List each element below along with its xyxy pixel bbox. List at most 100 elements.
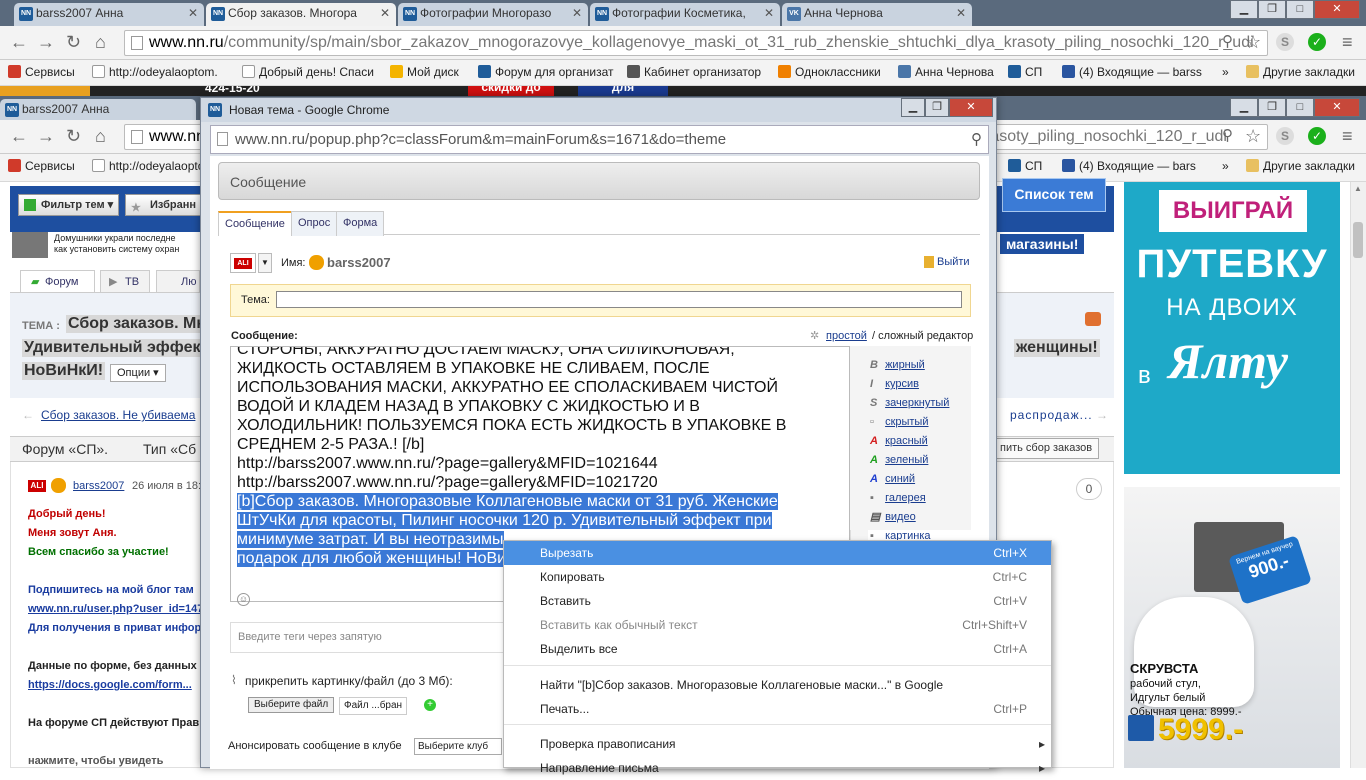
- minimize-icon[interactable]: ▁: [1230, 98, 1258, 117]
- tab-anna-chernova[interactable]: VK Анна Чернова ✕: [782, 3, 972, 26]
- bookmark-forum-org[interactable]: Форум для организат: [478, 65, 614, 79]
- choose-file-button[interactable]: Выберите файл: [248, 697, 335, 713]
- nav-forum-tab[interactable]: ▰ Форум: [20, 270, 95, 292]
- bg-tab-barss2007[interactable]: NN barss2007 Анна: [0, 99, 196, 122]
- bookmark-sp[interactable]: СП: [1008, 65, 1042, 79]
- format-7[interactable]: ▪ галерея: [870, 489, 980, 508]
- menu-item-1[interactable]: Копировать Ctrl+C: [504, 565, 1051, 589]
- search-icon[interactable]: ⚲: [971, 126, 982, 153]
- check-icon[interactable]: ✓: [1308, 127, 1326, 145]
- tab-message[interactable]: Сообщение: [218, 211, 292, 236]
- home-icon[interactable]: ⌂: [95, 127, 106, 145]
- nav-tv-tab[interactable]: ▶ ТВ: [100, 270, 150, 292]
- star-icon[interactable]: ☆: [1245, 127, 1261, 145]
- bookmark-inbox[interactable]: (4) Входящие — bars: [1062, 159, 1196, 173]
- scrollbar-thumb[interactable]: [1353, 222, 1363, 258]
- bookmarks-more[interactable]: »: [1222, 65, 1229, 79]
- bookmark-sp[interactable]: СП: [1008, 159, 1042, 173]
- tab-form[interactable]: Форма: [336, 211, 385, 236]
- menu-item-2[interactable]: Вставить Ctrl+V: [504, 589, 1051, 613]
- page-scrollbar[interactable]: [1350, 182, 1366, 768]
- format-2[interactable]: S зачеркнутый: [870, 394, 980, 413]
- restore-icon[interactable]: ❐: [1258, 98, 1286, 117]
- news-link-1[interactable]: Домушники украли последне: [54, 233, 176, 243]
- bookmark-inbox[interactable]: (4) Входящие — barss: [1062, 65, 1202, 79]
- menu-item-4[interactable]: Выделить все Ctrl+A: [504, 637, 1051, 661]
- format-link[interactable]: видео: [885, 511, 916, 523]
- check-icon[interactable]: ✓: [1308, 33, 1326, 51]
- tab-sbor-zakazov[interactable]: NN Сбор заказов. Многора ✕: [206, 3, 396, 26]
- format-link[interactable]: зачеркнутый: [885, 397, 949, 409]
- forward-icon[interactable]: →: [37, 33, 55, 51]
- close-tab-icon[interactable]: ✕: [188, 3, 198, 24]
- format-0[interactable]: B жирный: [870, 356, 980, 375]
- tab-barss2007[interactable]: NN barss2007 Анна ✕: [14, 3, 204, 26]
- nav-people-tab[interactable]: Лю: [156, 270, 200, 292]
- forum-sp-link[interactable]: Форум «СП».: [22, 441, 108, 457]
- chevron-down-icon[interactable]: ▼: [258, 253, 272, 273]
- bookmark-services[interactable]: Сервисы: [8, 65, 75, 79]
- favorites-button[interactable]: ★ Избранн: [125, 194, 205, 216]
- bookmark-cabinet[interactable]: Кабинет организатор: [627, 65, 761, 79]
- back-icon[interactable]: ←: [10, 33, 28, 51]
- add-icon[interactable]: +: [424, 699, 436, 711]
- simple-editor-link[interactable]: простой: [826, 330, 867, 342]
- format-link[interactable]: красный: [885, 435, 928, 447]
- logout-link[interactable]: Выйти: [937, 256, 970, 268]
- format-link[interactable]: жирный: [885, 359, 925, 371]
- filter-themes-button[interactable]: Фильтр тем ▾: [18, 194, 119, 216]
- home-icon[interactable]: ⌂: [95, 33, 106, 51]
- close-tab-icon[interactable]: ✕: [764, 3, 774, 24]
- menu-item-3[interactable]: Вставить как обычный текст Ctrl+Shift+V: [504, 613, 1051, 637]
- back-icon[interactable]: ←: [10, 127, 28, 145]
- avatar-select[interactable]: ALI: [230, 253, 256, 273]
- reload-icon[interactable]: ↻: [66, 33, 81, 51]
- bookmark-anna-chernova[interactable]: Анна Чернова: [898, 65, 994, 79]
- skype-icon[interactable]: S: [1276, 127, 1294, 145]
- options-dropdown[interactable]: Опции ▾: [110, 364, 166, 382]
- format-link[interactable]: синий: [885, 473, 915, 485]
- menu-item-6[interactable]: Печать... Ctrl+P: [504, 697, 1051, 721]
- address-bar[interactable]: www.nn.ru/community/sp/main/sbor_zakazov…: [124, 30, 1268, 56]
- news-link-2[interactable]: как установить систему охран: [54, 244, 179, 254]
- close-tab-icon[interactable]: ✕: [572, 3, 582, 24]
- bookmark-odeyala[interactable]: http://odeyalaoptom.: [92, 65, 218, 79]
- gift-icon[interactable]: [1085, 312, 1101, 326]
- bookmark-dobryi-den[interactable]: Добрый день! Спаси: [242, 65, 374, 79]
- format-link[interactable]: скрытый: [885, 416, 928, 428]
- sales-link[interactable]: распродаж...: [1010, 408, 1093, 422]
- menu-item-7[interactable]: Проверка правописания ▸: [504, 732, 1051, 756]
- complex-editor-link[interactable]: / сложный редактор: [872, 330, 973, 342]
- theme-input[interactable]: [276, 291, 962, 308]
- tab-photos-masks[interactable]: NN Фотографии Многоразо ✕: [398, 3, 588, 26]
- format-link[interactable]: курсив: [885, 378, 919, 390]
- theme-list-button[interactable]: Список тем: [1002, 178, 1106, 212]
- restore-icon[interactable]: ❐: [1258, 0, 1286, 19]
- format-5[interactable]: A зеленый: [870, 451, 980, 470]
- club-select[interactable]: Выберите клуб: [414, 738, 502, 755]
- menu-icon[interactable]: ≡: [1342, 127, 1353, 145]
- reload-icon[interactable]: ↻: [66, 127, 81, 145]
- close-window-icon[interactable]: ✕: [1314, 0, 1360, 19]
- popup-address-bar[interactable]: www.nn.ru/popup.php?c=classForum&m=mainF…: [210, 125, 989, 154]
- smiley-icon[interactable]: ☺: [237, 593, 250, 606]
- format-1[interactable]: I курсив: [870, 375, 980, 394]
- menu-item-8[interactable]: Направление письма ▸: [504, 756, 1051, 780]
- ad-banner-yalta[interactable]: ВЫИГРАЙ ПУТЕВКУ НА ДВОИХ в Ялту: [1124, 182, 1340, 474]
- close-window-icon[interactable]: ✕: [1314, 98, 1360, 117]
- format-link[interactable]: зеленый: [885, 454, 928, 466]
- close-tab-icon[interactable]: ✕: [956, 3, 966, 24]
- restore-icon[interactable]: ❐: [925, 98, 949, 117]
- collect-orders-button[interactable]: пить сбор заказов: [993, 438, 1100, 459]
- star-icon[interactable]: ☆: [1245, 33, 1261, 51]
- forward-icon[interactable]: →: [37, 127, 55, 145]
- bookmark-odeyala[interactable]: http://odeyalaoptom.: [92, 159, 218, 173]
- format-3[interactable]: ▫ скрытый: [870, 413, 980, 432]
- search-icon[interactable]: ⚲: [1222, 127, 1233, 145]
- minimize-icon[interactable]: ▁: [1230, 0, 1258, 19]
- bookmark-other[interactable]: Другие закладки: [1246, 65, 1355, 79]
- menu-icon[interactable]: ≡: [1342, 33, 1353, 51]
- crumb-link[interactable]: Сбор заказов. Не убиваема: [41, 408, 195, 422]
- tab-poll[interactable]: Опрос: [291, 211, 338, 236]
- close-tab-icon[interactable]: ✕: [380, 3, 390, 24]
